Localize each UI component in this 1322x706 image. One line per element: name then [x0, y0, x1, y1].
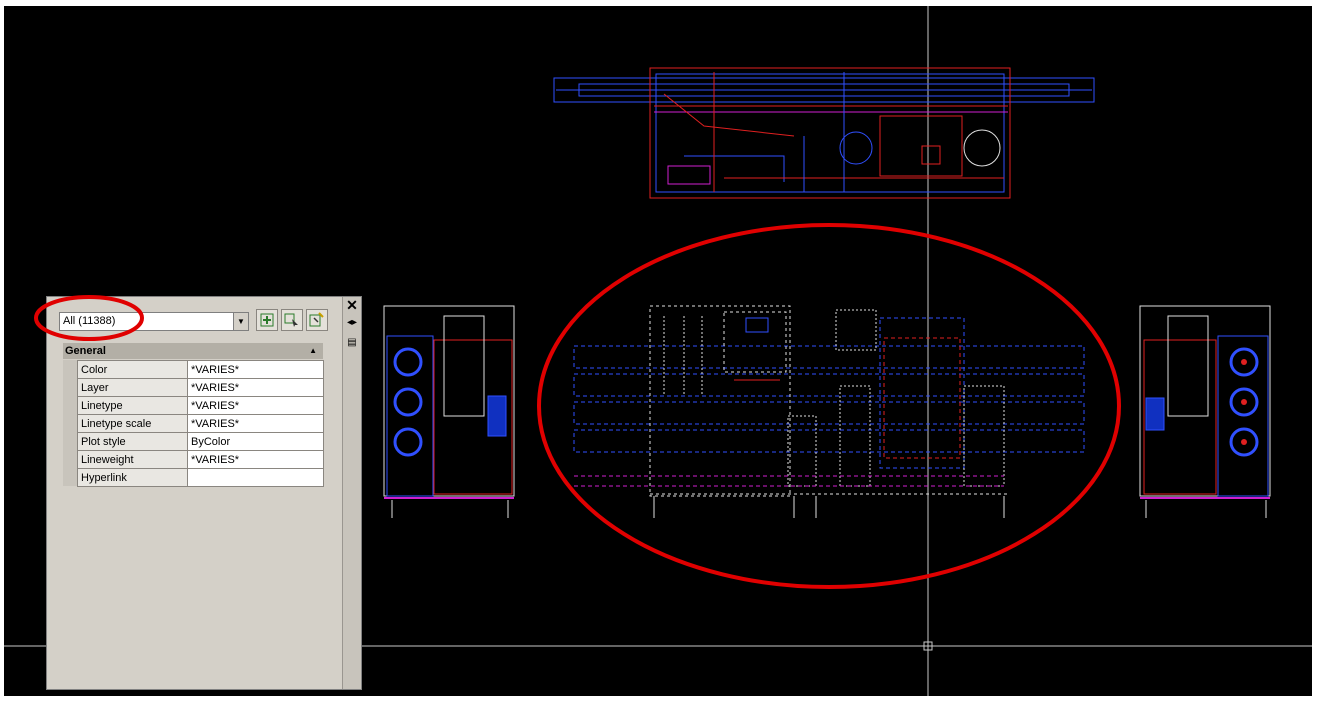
quick-select-icon: [260, 313, 274, 327]
select-objects-icon: [284, 313, 298, 327]
selection-dropdown[interactable]: All (11388) ▼: [59, 312, 249, 331]
chevron-down-icon[interactable]: ▼: [233, 313, 248, 330]
property-name: Layer: [77, 378, 188, 397]
property-name: Linetype: [77, 396, 188, 415]
properties-table: Color *VARIES* Layer *VARIES* Linetype *…: [77, 360, 324, 487]
property-value[interactable]: *VARIES*: [187, 396, 324, 415]
table-row[interactable]: Lineweight *VARIES*: [77, 450, 324, 469]
selection-dropdown-value: All (11388): [63, 315, 116, 327]
top-plan-view: [553, 67, 1095, 199]
property-value[interactable]: *VARIES*: [187, 450, 324, 469]
collapse-up-icon[interactable]: ▲: [309, 343, 317, 359]
property-value[interactable]: [187, 468, 324, 487]
property-name: Plot style: [77, 432, 188, 451]
properties-menu-icon[interactable]: ▤: [346, 337, 358, 349]
table-row[interactable]: Linetype scale *VARIES*: [77, 414, 324, 433]
property-name: Linetype scale: [77, 414, 188, 433]
left-end-view: [383, 305, 515, 518]
table-row[interactable]: Hyperlink: [77, 468, 324, 487]
general-section-header[interactable]: General ▲: [63, 343, 323, 359]
quick-select-button[interactable]: [256, 309, 278, 331]
toggle-pickadd-button[interactable]: [306, 309, 328, 331]
property-name: Lineweight: [77, 450, 188, 469]
close-icon[interactable]: ✕: [345, 297, 359, 313]
table-row[interactable]: Color *VARIES*: [77, 360, 324, 379]
properties-palette: ✕ ◂▸ ▤ All (11388) ▼ General ▲ Color *VA…: [46, 296, 362, 690]
palette-title-strip[interactable]: ✕ ◂▸ ▤: [342, 297, 361, 689]
center-elevation-view: [573, 305, 1085, 518]
property-value[interactable]: ByColor: [187, 432, 324, 451]
right-end-view: [1139, 305, 1271, 518]
table-row[interactable]: Linetype *VARIES*: [77, 396, 324, 415]
table-row[interactable]: Plot style ByColor: [77, 432, 324, 451]
property-value[interactable]: *VARIES*: [187, 414, 324, 433]
property-value[interactable]: *VARIES*: [187, 360, 324, 379]
auto-hide-icon[interactable]: ◂▸: [346, 317, 358, 329]
select-objects-button[interactable]: [281, 309, 303, 331]
toggle-pickadd-icon: [309, 312, 324, 327]
property-name: Color: [77, 360, 188, 379]
general-section-title: General: [65, 345, 106, 357]
category-gutter: [63, 360, 77, 486]
property-value[interactable]: *VARIES*: [187, 378, 324, 397]
table-row[interactable]: Layer *VARIES*: [77, 378, 324, 397]
property-name: Hyperlink: [77, 468, 188, 487]
